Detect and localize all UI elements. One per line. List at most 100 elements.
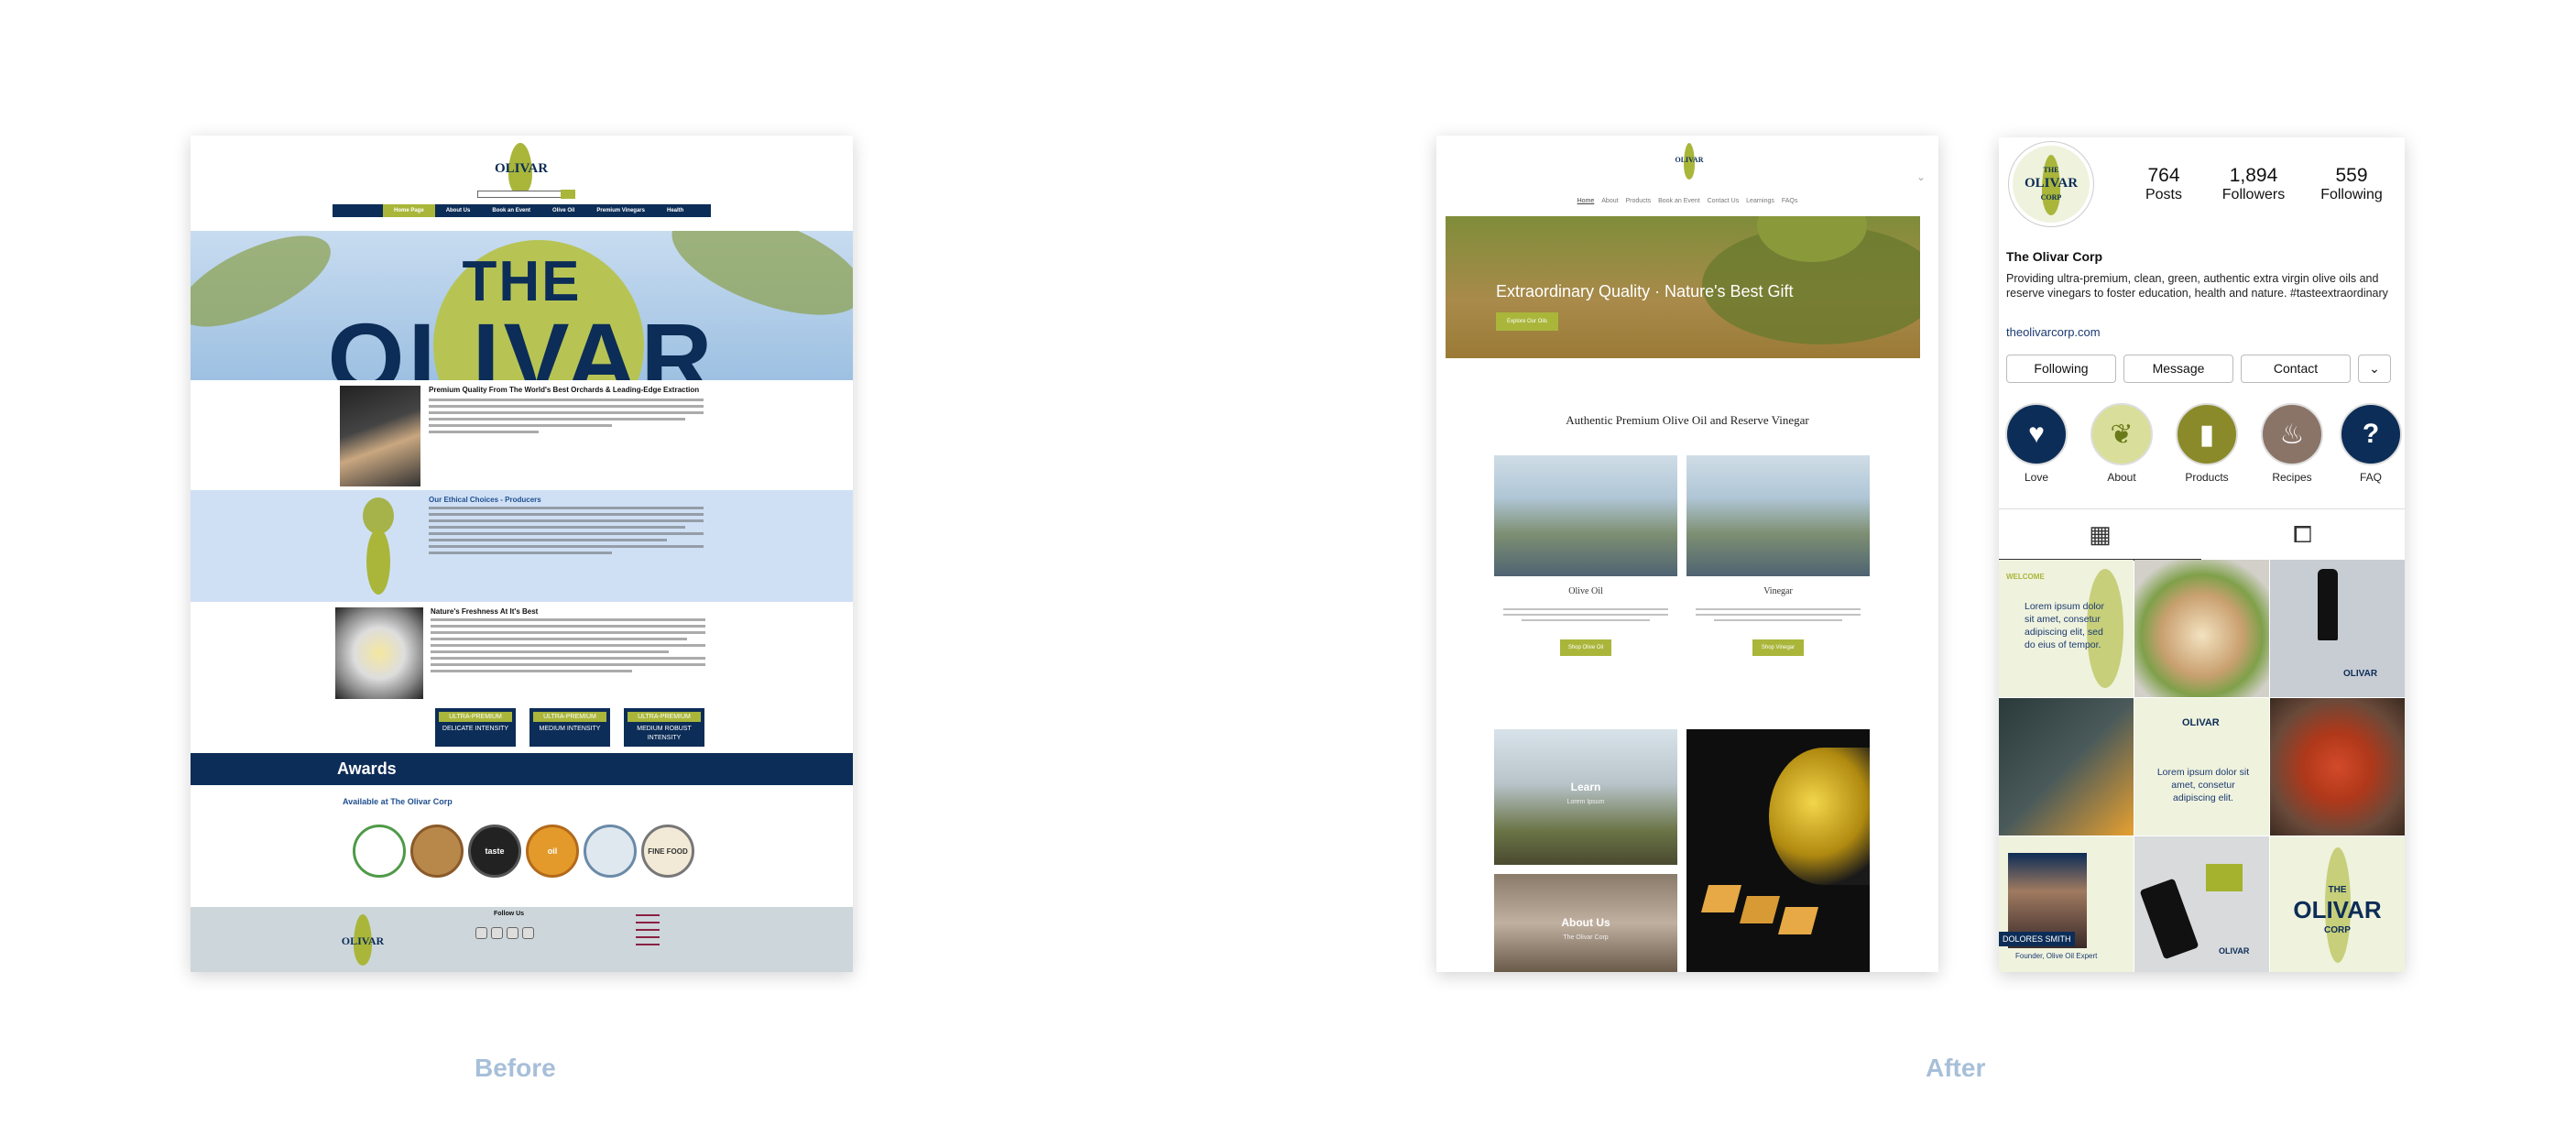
followers-stat[interactable]: 1,894 Followers <box>2203 165 2304 203</box>
suggested-dropdown-button[interactable]: ⌄ <box>2358 355 2391 383</box>
intensity-badge-medium[interactable]: ULTRA-PREMIUM MEDIUM INTENSITY <box>529 708 610 747</box>
highlight-products[interactable]: ▮ Products <box>2173 403 2241 484</box>
bottle-shape <box>2318 569 2338 640</box>
text-line <box>1503 614 1668 616</box>
post-tile[interactable]: WELCOME Lorem ipsum dolor sit amet, cons… <box>1999 560 2134 697</box>
awards-banner: Awards <box>191 753 853 785</box>
post-tile[interactable]: DOLORES SMITH Founder, Olive Oil Expert <box>1999 836 2134 972</box>
award-medal-3: taste <box>468 825 521 878</box>
highlight-about[interactable]: ❦ About <box>2088 403 2156 484</box>
text-line <box>429 424 612 427</box>
text-line <box>429 399 704 401</box>
post-tile[interactable]: OLIVAR Lorem ipsum dolor sit amet, conse… <box>2134 698 2269 836</box>
post-tile[interactable]: THE OLIVAR CORP <box>2270 836 2405 972</box>
tile-subtitle: Lorem Ipsum <box>1566 799 1605 805</box>
footer-link[interactable] <box>636 944 660 945</box>
footer-link[interactable] <box>636 936 660 938</box>
post-tile[interactable]: OLIVAR <box>2270 560 2405 697</box>
post-tile[interactable]: OLIVAR <box>2134 836 2269 972</box>
olive-tree-drop-illustration <box>357 497 399 596</box>
logo-text: OLIVAR <box>494 161 549 176</box>
footer-link[interactable] <box>636 914 660 916</box>
olive-oil-pour-image[interactable] <box>1686 729 1870 972</box>
nav-item-about[interactable]: About Us <box>435 204 482 217</box>
bottle-icon: ▮ <box>2176 403 2238 465</box>
following-button[interactable]: Following <box>2006 355 2116 383</box>
about-us-tile[interactable]: About Us The Olivar Corp <box>1494 874 1677 972</box>
highlight-label: FAQ <box>2359 471 2382 484</box>
posts-stat[interactable]: 764 Posts <box>2127 165 2200 203</box>
instagram-profile-mockup: THE OLIVAR CORP 764 Posts 1,894 Follower… <box>1999 137 2405 972</box>
nav-item-products[interactable]: Products <box>1626 198 1652 204</box>
shop-olive-oil-button[interactable]: Shop Olive Oil <box>1560 639 1611 656</box>
olive-oil-card-image[interactable] <box>1494 455 1677 576</box>
learn-tile[interactable]: Learn Lorem Ipsum <box>1494 729 1677 865</box>
text-line <box>429 411 704 414</box>
nav-item-home[interactable]: Home <box>1577 198 1595 204</box>
text-line <box>429 539 667 541</box>
hero-title: Extraordinary Quality · Nature's Best Gi… <box>1496 282 1794 300</box>
instagram-icon[interactable] <box>522 927 534 939</box>
award-medal-5 <box>584 825 637 878</box>
text-line <box>429 526 685 529</box>
text-line <box>429 552 612 554</box>
linkedin-icon[interactable] <box>491 927 503 939</box>
nav-item-event[interactable]: Book an Event <box>481 204 541 217</box>
olivar-logo[interactable]: OLIVAR <box>1673 143 1706 183</box>
posts-count: 764 <box>2147 165 2180 186</box>
vinegar-card-image[interactable] <box>1686 455 1870 576</box>
hero-cta-button[interactable]: Explore Our Oils <box>1496 312 1558 331</box>
section-heading: Nature's Freshness At It's Best <box>431 607 539 616</box>
bread-cube-shape <box>1777 907 1819 934</box>
grid-tab[interactable]: ▦ <box>1999 509 2201 561</box>
intensity-badge-delicate[interactable]: ULTRA-PREMIUM DELICATE INTENSITY <box>435 708 516 747</box>
highlight-love[interactable]: ♥ Love <box>2003 403 2070 484</box>
badge-bottom: MEDIUM ROBUST INTENSITY <box>637 726 692 741</box>
message-button[interactable]: Message <box>2123 355 2233 383</box>
search-input[interactable] <box>477 190 575 199</box>
intensity-badge-robust[interactable]: ULTRA-PREMIUM MEDIUM ROBUST INTENSITY <box>624 708 704 747</box>
welcome-text: WELCOME <box>2006 573 2045 581</box>
section-heading: Premium Quality From The World's Best Or… <box>429 386 700 394</box>
nav-item-event[interactable]: Book an Event <box>1658 198 1700 204</box>
nav-item-vinegars[interactable]: Premium Vinegars <box>585 204 656 217</box>
nav-item-health[interactable]: Health <box>656 204 694 217</box>
following-stat[interactable]: 559 Following <box>2306 165 2397 203</box>
search-button[interactable] <box>561 190 575 199</box>
post-tile[interactable] <box>2134 560 2269 697</box>
nav-item-contact[interactable]: Contact Us <box>1708 198 1740 204</box>
text-line <box>431 650 669 653</box>
tagged-tab[interactable]: ⧠ <box>2201 509 2404 561</box>
highlight-recipes[interactable]: ♨ Recipes <box>2258 403 2326 484</box>
post-brand: OLIVAR <box>2219 946 2250 956</box>
footer-logo[interactable]: OLIVAR <box>337 914 388 966</box>
footer-link[interactable] <box>636 922 660 923</box>
facebook-icon[interactable] <box>475 927 487 939</box>
hero-banner: THE OLIVAR <box>191 231 853 380</box>
chevron-down-icon[interactable]: ⌄ <box>1916 170 1926 183</box>
highlight-faq[interactable]: ? FAQ <box>2337 403 2405 484</box>
text-line <box>429 513 704 516</box>
grid-icon: ▦ <box>2089 519 2112 548</box>
footer-link[interactable] <box>636 929 660 931</box>
contact-button[interactable]: Contact <box>2241 355 2351 383</box>
nav-item-olive-oil[interactable]: Olive Oil <box>541 204 585 217</box>
text-line <box>429 431 539 433</box>
nav-item-faqs[interactable]: FAQs <box>1782 198 1798 204</box>
profile-link[interactable]: theolivarcorp.com <box>2006 325 2101 339</box>
tile-subtitle: The Olivar Corp <box>1563 934 1609 941</box>
after-caption: After <box>1926 1054 1986 1082</box>
post-tile[interactable] <box>2270 698 2405 836</box>
nav-item-home[interactable]: Home Page <box>383 204 435 217</box>
nav-item-about[interactable]: About <box>1601 198 1618 204</box>
posts-label: Posts <box>2145 187 2182 202</box>
shop-vinegar-button[interactable]: Shop Vinegar <box>1752 639 1804 656</box>
olive-oil-plate-photo <box>335 607 423 699</box>
text-line <box>429 405 704 408</box>
post-tile[interactable] <box>1999 698 2134 836</box>
profile-avatar[interactable]: THE OLIVAR CORP <box>2008 141 2094 227</box>
text-line <box>431 638 687 640</box>
youtube-icon[interactable] <box>507 927 518 939</box>
nav-item-learnings[interactable]: Learnings <box>1746 198 1774 204</box>
profile-name: The Olivar Corp <box>2006 249 2103 264</box>
